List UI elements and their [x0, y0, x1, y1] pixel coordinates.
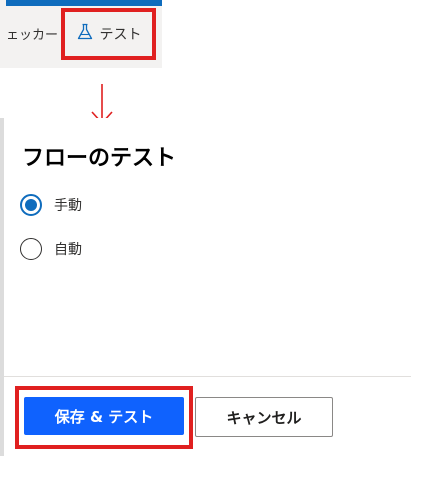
- toolbar: ェッカー テスト: [0, 0, 162, 68]
- radio-manual[interactable]: [20, 194, 42, 216]
- radio-automatic[interactable]: [20, 238, 42, 260]
- radio-manual-label: 手動: [54, 198, 82, 214]
- radio-option-automatic[interactable]: 自動: [20, 238, 82, 260]
- panel-left-border: [0, 118, 4, 456]
- footer-divider: [4, 376, 411, 377]
- test-button[interactable]: テスト: [61, 8, 156, 60]
- tab-pointer: [88, 62, 100, 68]
- checker-button-label[interactable]: ェッカー: [6, 24, 58, 43]
- radio-option-manual[interactable]: 手動: [20, 194, 82, 216]
- toolbar-accent-bar: [6, 0, 162, 6]
- radio-automatic-label: 自動: [54, 242, 82, 258]
- save-and-test-button[interactable]: 保存 & テスト: [24, 397, 184, 435]
- panel-title: フローのテスト: [22, 146, 177, 171]
- cancel-button[interactable]: キャンセル: [195, 397, 333, 437]
- flask-icon: [76, 23, 94, 45]
- test-button-label: テスト: [99, 27, 142, 43]
